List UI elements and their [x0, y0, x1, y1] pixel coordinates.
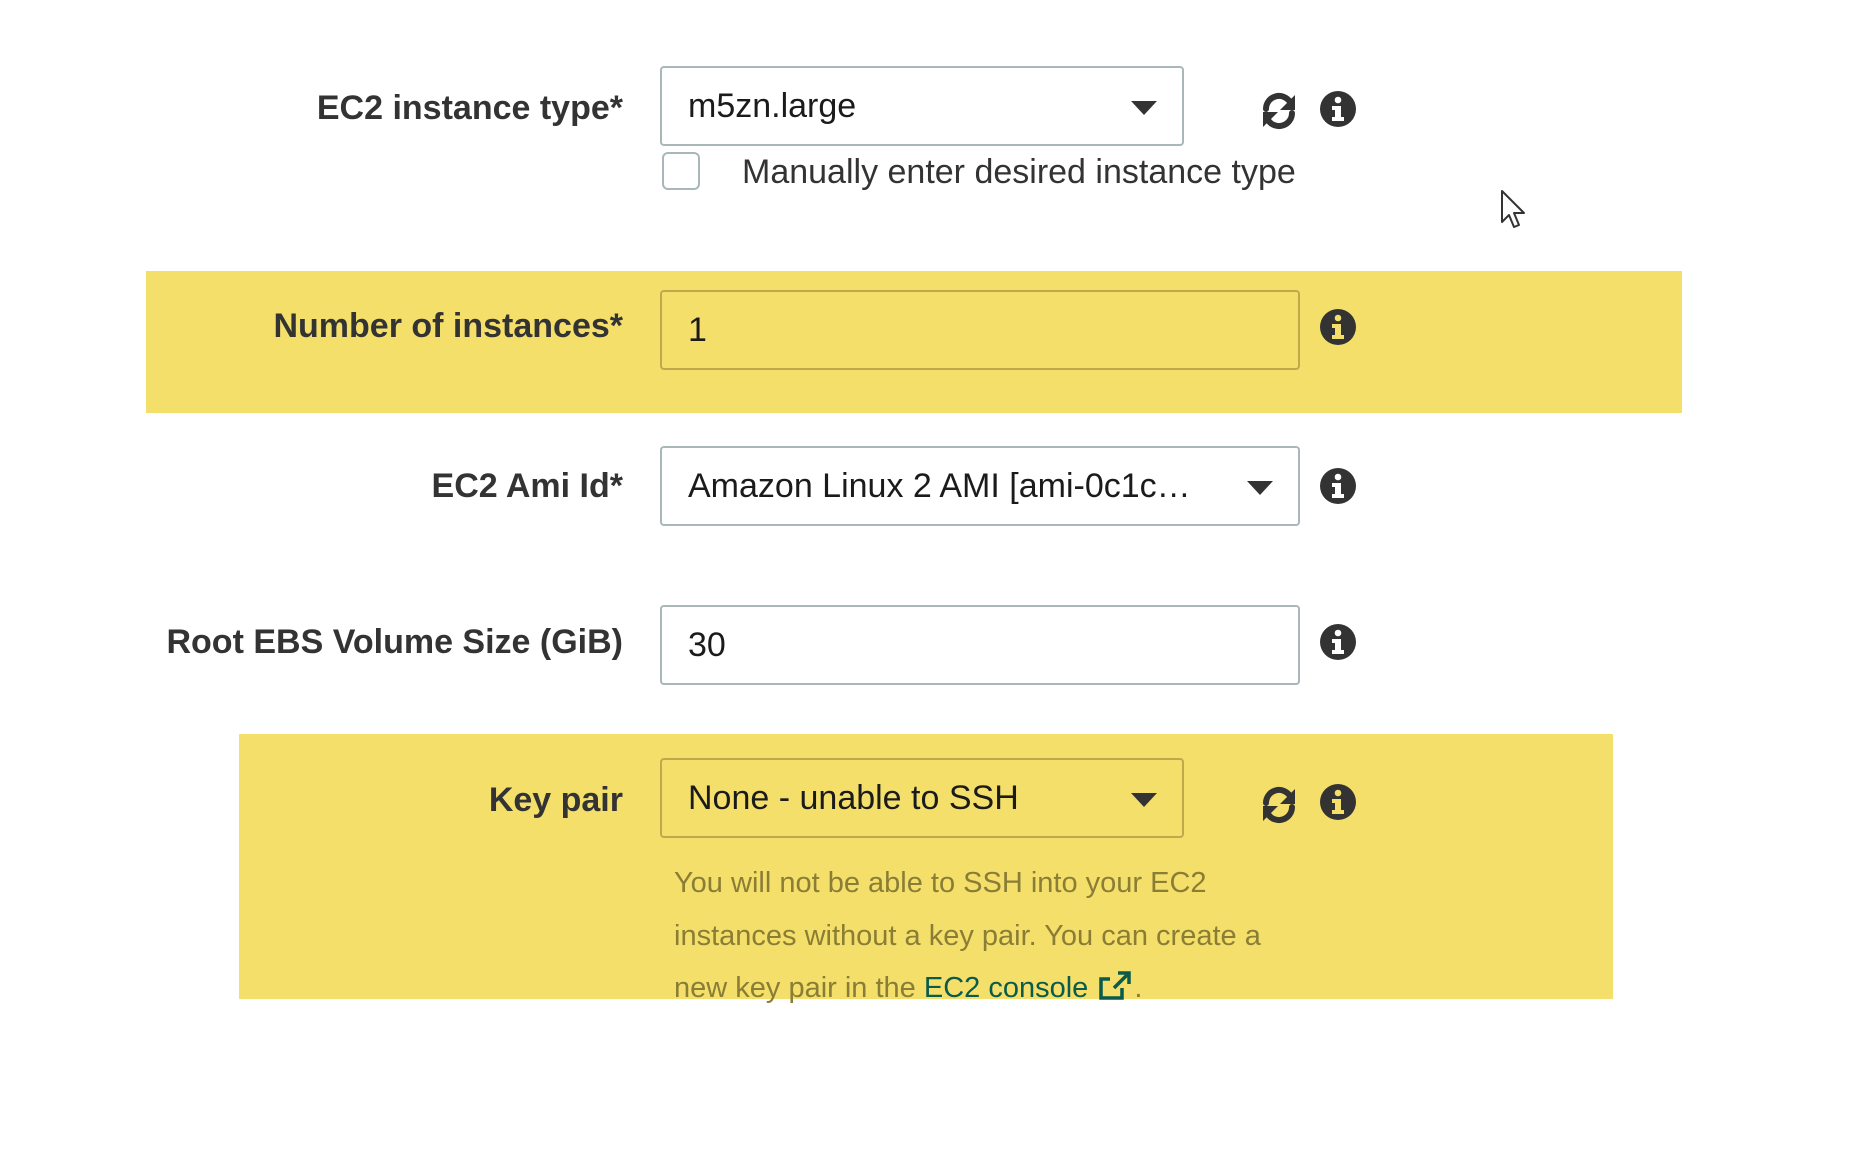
ami-select[interactable]: Amazon Linux 2 AMI [ami-0c1c…	[660, 446, 1300, 526]
key-pair-help-suffix: .	[1134, 972, 1143, 1004]
instances-label: Number of instances*	[273, 307, 623, 345]
refresh-icon[interactable]	[1259, 785, 1299, 825]
info-icon[interactable]	[1318, 307, 1358, 347]
root-ebs-value: 30	[688, 626, 726, 664]
chevron-down-icon	[1247, 481, 1273, 495]
chevron-down-icon	[1131, 793, 1157, 807]
root-ebs-input[interactable]: 30	[660, 605, 1300, 685]
manual-instance-type-checkbox[interactable]	[662, 152, 700, 190]
key-pair-label: Key pair	[488, 781, 623, 819]
chevron-down-icon	[1131, 101, 1157, 115]
info-icon[interactable]	[1318, 89, 1358, 129]
key-pair-value: None - unable to SSH	[688, 779, 1019, 817]
external-link-icon	[1099, 971, 1132, 1000]
instance-type-label: EC2 instance type*	[316, 89, 623, 127]
ec2-console-link[interactable]: EC2 console	[923, 971, 1134, 1004]
ami-value: Amazon Linux 2 AMI [ami-0c1c…	[688, 467, 1191, 505]
root-ebs-label: Root EBS Volume Size (GiB)	[166, 623, 623, 661]
refresh-icon[interactable]	[1259, 91, 1299, 131]
ec2-console-link-label: EC2 console	[923, 972, 1089, 1004]
key-pair-help-text: You will not be able to SSH into your EC…	[674, 857, 1314, 1015]
mouse-cursor-icon	[1501, 190, 1525, 228]
ami-label: EC2 Ami Id*	[431, 467, 623, 505]
instance-type-value: m5zn.large	[688, 87, 857, 125]
info-icon[interactable]	[1318, 466, 1358, 506]
info-icon[interactable]	[1318, 622, 1358, 662]
instances-input[interactable]: 1	[660, 290, 1300, 370]
key-pair-select[interactable]: None - unable to SSH	[660, 758, 1184, 838]
manual-instance-type-label: Manually enter desired instance type	[742, 153, 1296, 191]
info-icon[interactable]	[1318, 782, 1358, 822]
instance-type-select[interactable]: m5zn.large	[660, 66, 1184, 146]
instances-value: 1	[688, 311, 707, 349]
